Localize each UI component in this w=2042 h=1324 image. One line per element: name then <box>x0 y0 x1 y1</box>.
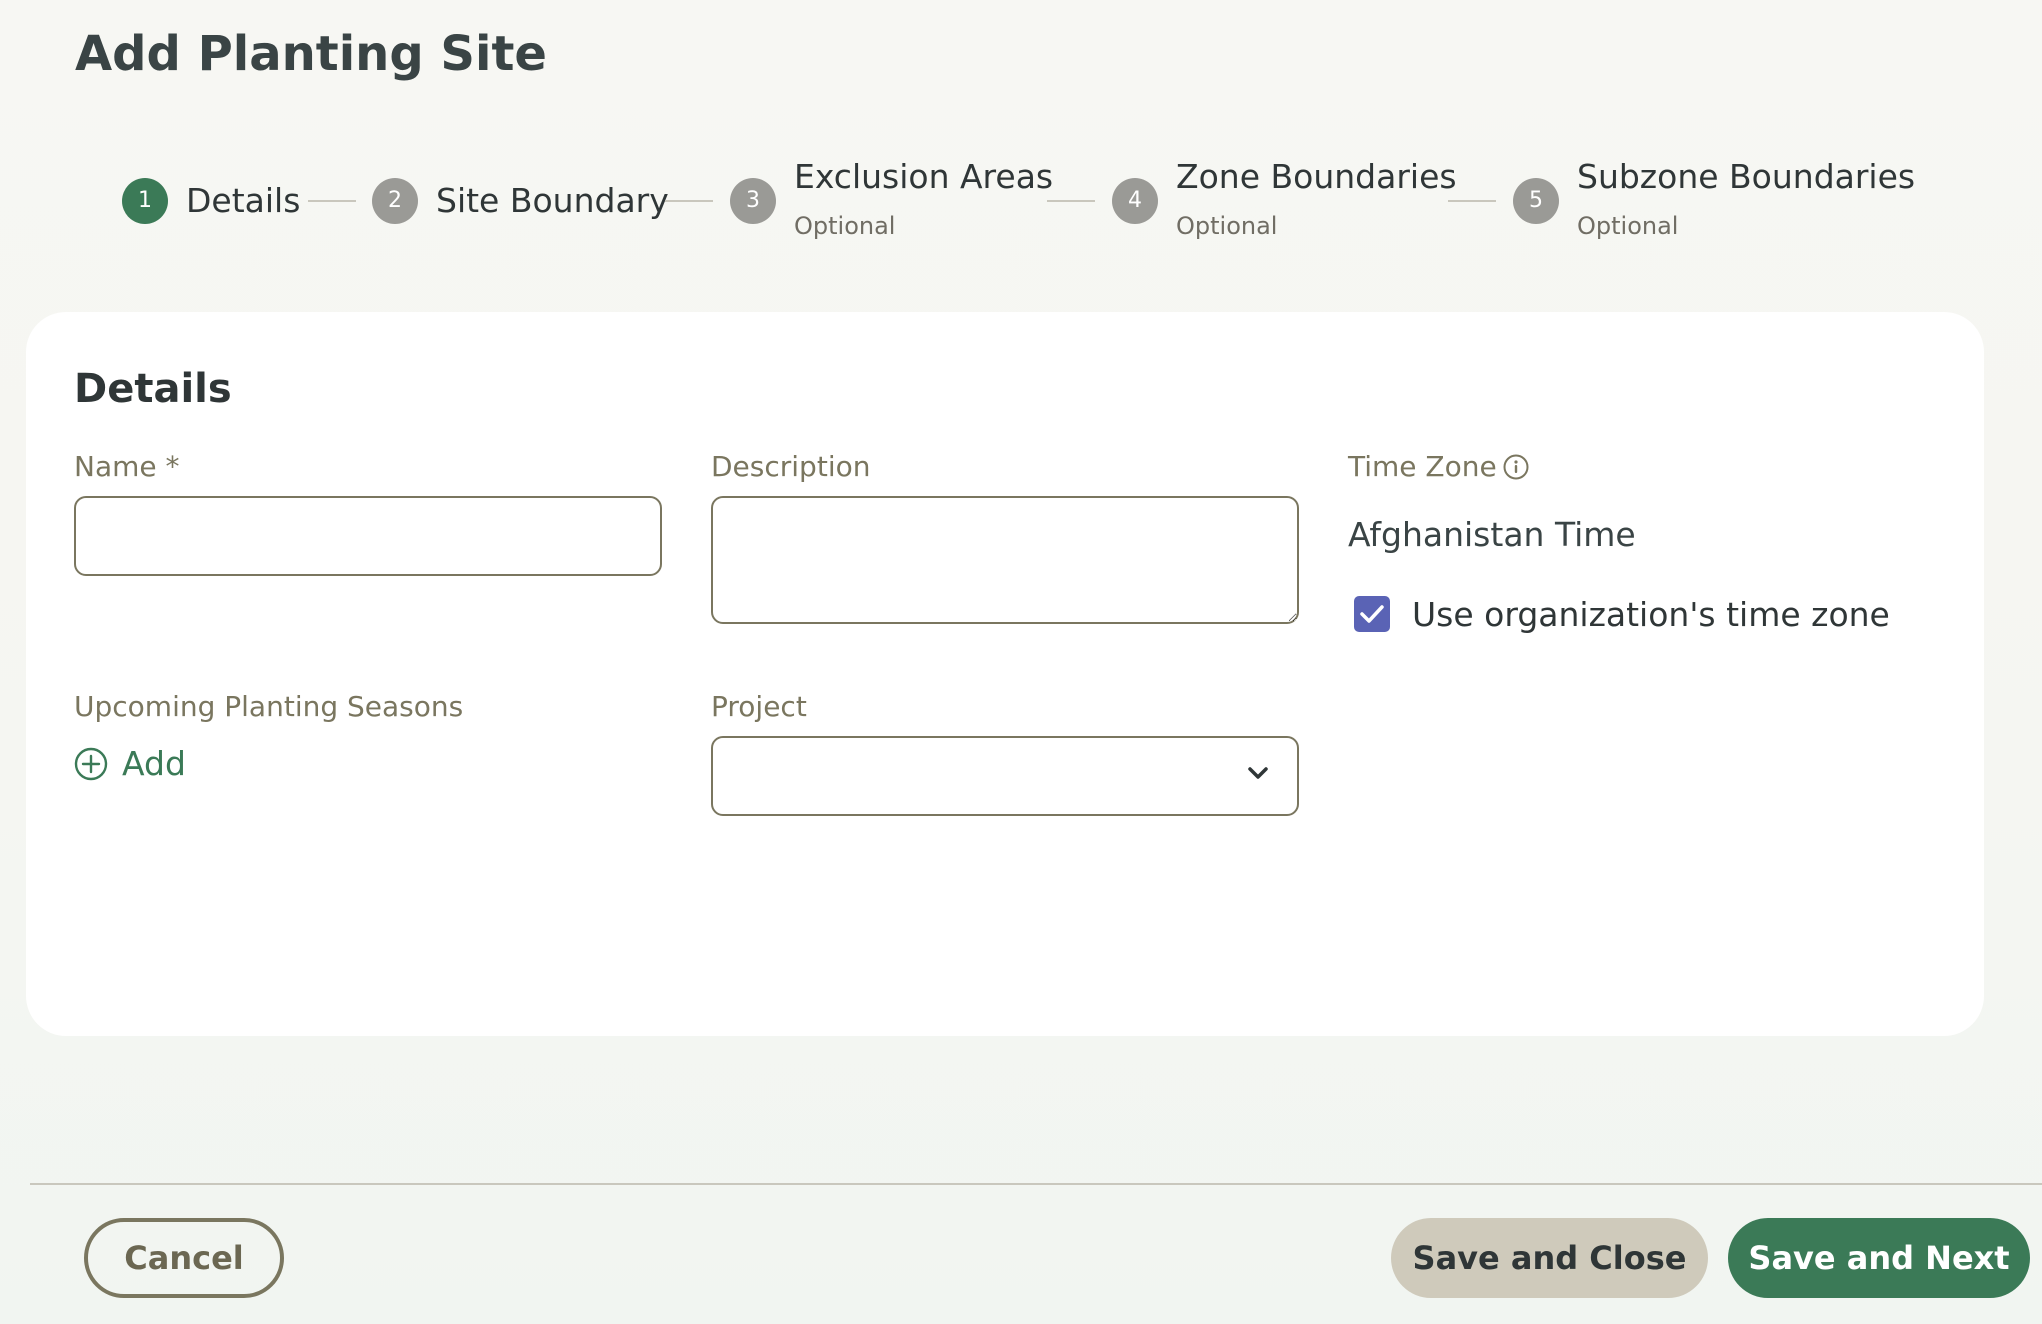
step-5-indicator[interactable]: 5 <box>1513 178 1559 224</box>
step-connector <box>308 200 356 202</box>
step-2-label[interactable]: Site Boundary <box>436 181 669 221</box>
add-planting-season-label: Add <box>122 744 186 783</box>
details-card: Details Name * Description Time Zone Afg… <box>26 312 1984 1036</box>
planting-seasons-label: Upcoming Planting Seasons <box>74 690 464 723</box>
step-connector <box>665 200 713 202</box>
step-4-indicator[interactable]: 4 <box>1112 178 1158 224</box>
step-1-label[interactable]: Details <box>186 181 300 221</box>
cancel-button[interactable]: Cancel <box>84 1218 284 1298</box>
step-3-label[interactable]: Exclusion Areas <box>794 157 1053 197</box>
step-3-optional: Optional <box>794 212 896 240</box>
step-connector <box>1448 200 1496 202</box>
save-and-next-button[interactable]: Save and Next <box>1728 1218 2030 1298</box>
name-input[interactable] <box>74 496 662 576</box>
description-textarea[interactable] <box>711 496 1299 624</box>
footer-divider <box>30 1183 2042 1185</box>
step-connector <box>1047 200 1095 202</box>
step-2-indicator[interactable]: 2 <box>372 178 418 224</box>
plus-circle-icon <box>74 747 108 781</box>
section-title: Details <box>74 366 232 412</box>
use-org-time-zone-checkbox[interactable] <box>1354 596 1390 632</box>
chevron-down-icon <box>1248 767 1268 779</box>
step-3-indicator[interactable]: 3 <box>730 178 776 224</box>
step-4-label[interactable]: Zone Boundaries <box>1176 157 1457 197</box>
step-5-optional: Optional <box>1577 212 1679 240</box>
project-label: Project <box>711 690 807 723</box>
time-zone-label-text: Time Zone <box>1348 450 1497 483</box>
add-planting-season-button[interactable]: Add <box>74 744 186 784</box>
step-4-optional: Optional <box>1176 212 1278 240</box>
info-icon[interactable] <box>1503 454 1529 480</box>
step-5-label[interactable]: Subzone Boundaries <box>1577 157 1915 197</box>
project-select[interactable] <box>711 736 1299 816</box>
stepper: 1 Details 2 Site Boundary 3 Exclusion Ar… <box>0 0 2042 260</box>
save-and-close-button[interactable]: Save and Close <box>1391 1218 1708 1298</box>
name-label: Name * <box>74 450 180 483</box>
use-org-time-zone-label[interactable]: Use organization's time zone <box>1412 595 1890 635</box>
description-label: Description <box>711 450 871 483</box>
time-zone-value: Afghanistan Time <box>1348 515 1636 554</box>
check-icon <box>1360 605 1384 623</box>
step-1-indicator[interactable]: 1 <box>122 178 168 224</box>
time-zone-label: Time Zone <box>1348 450 1529 484</box>
